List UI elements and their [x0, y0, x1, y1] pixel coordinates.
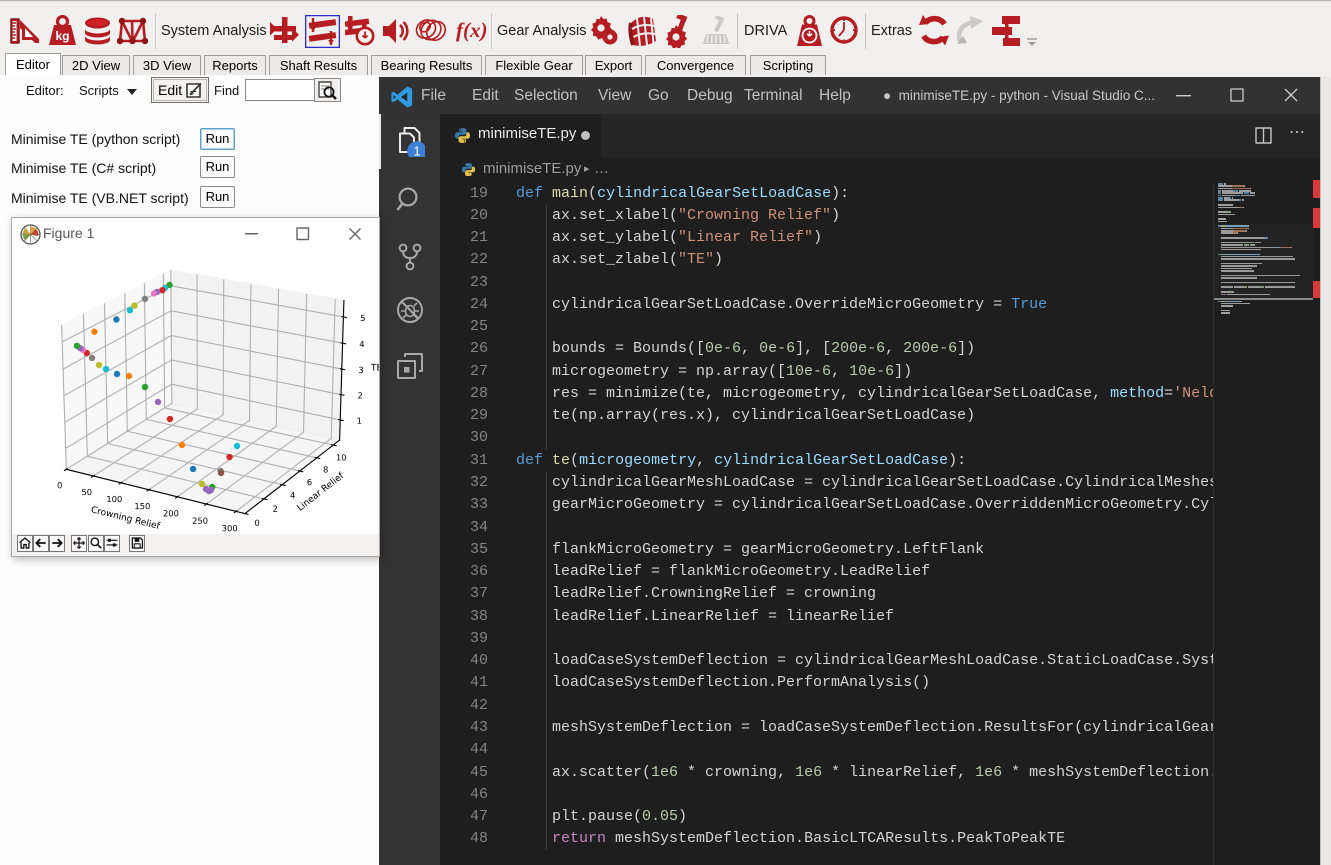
- svg-text:1: 1: [414, 145, 421, 158]
- svg-text:kg: kg: [55, 29, 69, 43]
